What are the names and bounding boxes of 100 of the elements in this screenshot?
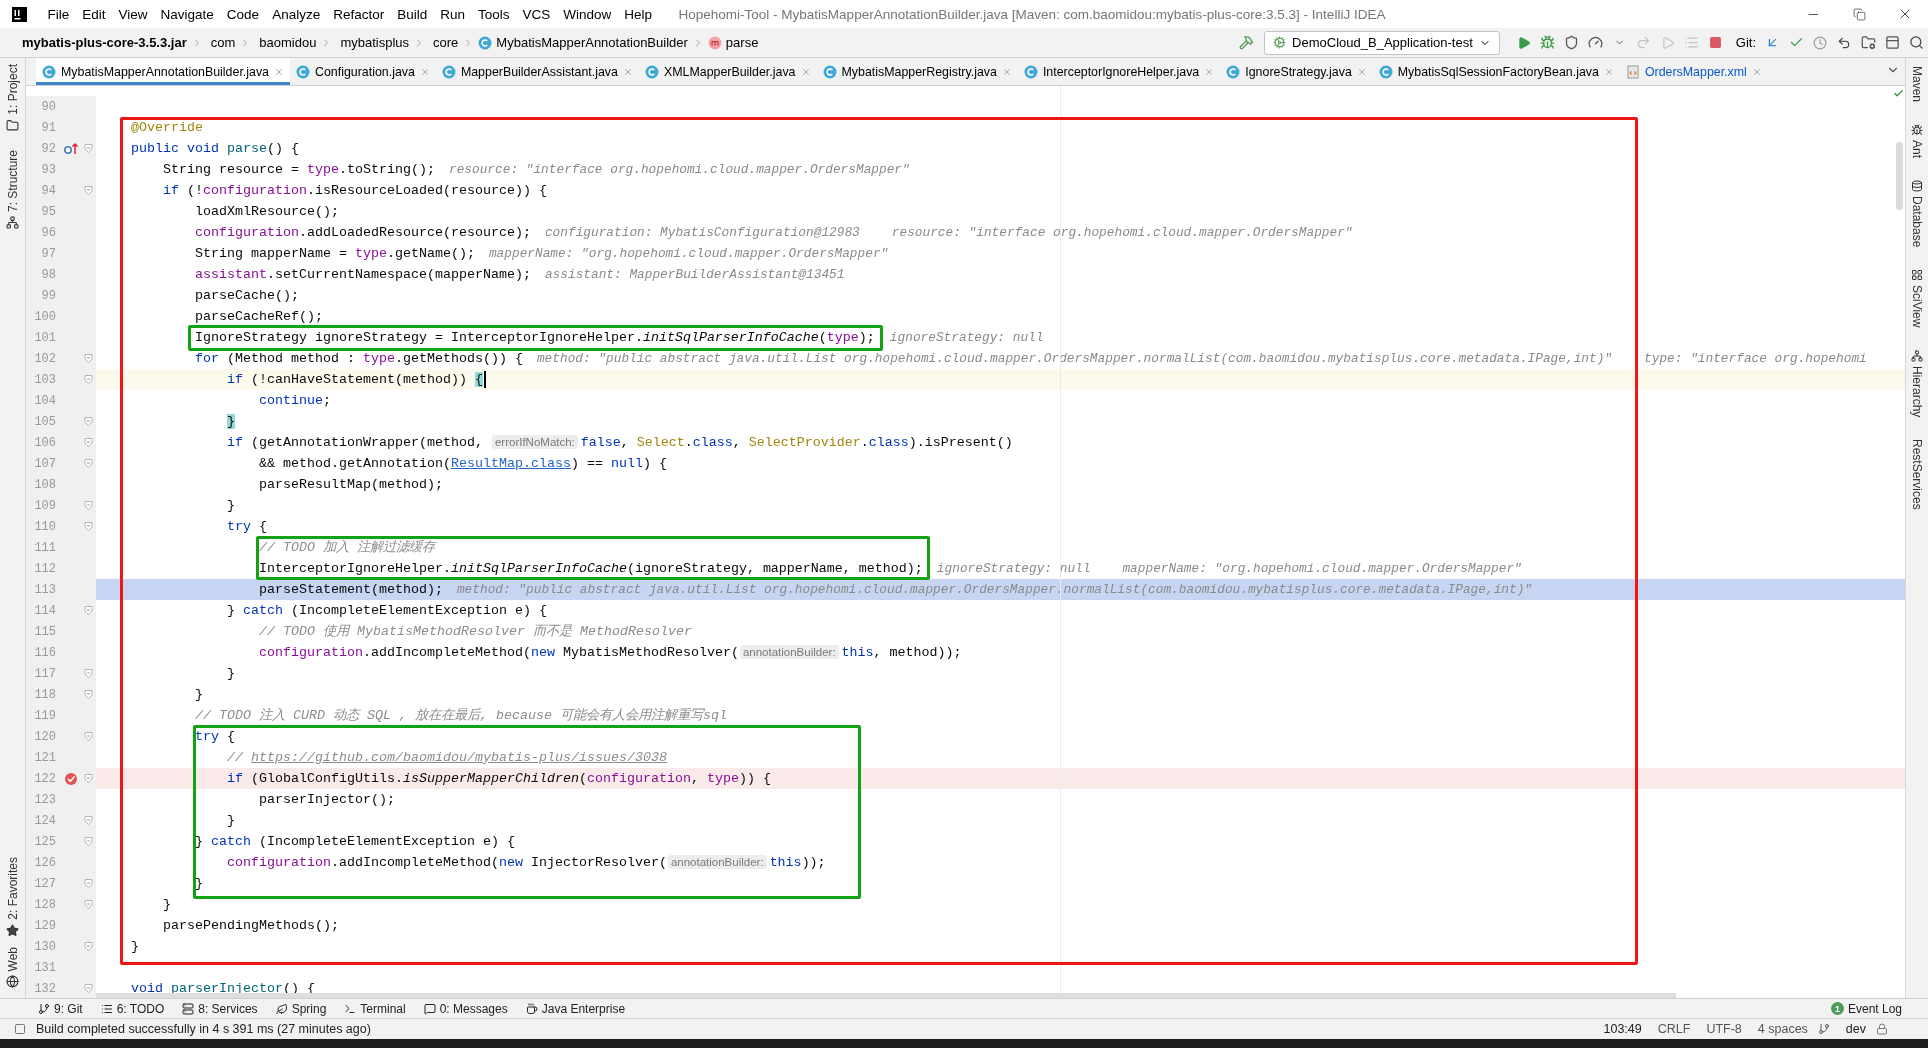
menu-item[interactable]: Tools — [471, 6, 516, 22]
tool-window-button[interactable]: SciView — [1910, 269, 1924, 328]
breadcrumb[interactable]: baomidou — [259, 35, 317, 50]
editor-tab[interactable]: OrdersMapper.xml — [1619, 58, 1768, 85]
breadcrumb[interactable]: mybatisplus — [340, 35, 410, 50]
window-icon[interactable] — [1884, 35, 1900, 50]
editor-tab[interactable]: XMLMapperBuilder.java — [638, 58, 817, 85]
undo-icon[interactable] — [1837, 35, 1851, 50]
run-configuration-dropdown[interactable]: DemoCloud_B_Application-test — [1264, 30, 1500, 55]
tool-window-button[interactable]: Database — [1910, 180, 1924, 248]
scrollbar[interactable] — [1896, 142, 1903, 210]
menu-item[interactable]: Edit — [75, 6, 113, 22]
tool-window-button[interactable]: Web — [5, 946, 20, 988]
tool-window-button[interactable]: 8: Services — [182, 1001, 258, 1016]
fold-icon[interactable] — [83, 942, 93, 951]
fold-icon[interactable] — [83, 144, 93, 153]
editor-tab[interactable]: MybatisSqlSessionFactoryBean.java — [1372, 58, 1620, 85]
menu-item[interactable]: Build — [390, 6, 434, 22]
hammer-icon[interactable] — [1238, 35, 1254, 50]
editor-tab[interactable]: IgnoreStrategy.java — [1220, 58, 1373, 85]
editor-tab[interactable]: MybatisMapperRegistry.java — [816, 58, 1018, 85]
stop-icon[interactable] — [1709, 36, 1723, 49]
run-icon[interactable] — [1516, 35, 1531, 50]
tool-window-button[interactable]: 0: Messages — [423, 1001, 508, 1016]
resume-icon[interactable] — [1660, 35, 1675, 50]
menu-item[interactable]: Navigate — [154, 6, 221, 22]
code-line: } — [163, 896, 171, 913]
tool-window-button[interactable]: Hierarchy — [1910, 349, 1924, 418]
fold-icon[interactable] — [83, 774, 93, 783]
editor-tab[interactable]: InterceptorIgnoreHelper.java — [1017, 58, 1221, 85]
menu-item[interactable]: File — [41, 6, 76, 22]
clock-icon[interactable] — [1813, 35, 1827, 50]
fold-icon[interactable] — [83, 690, 93, 699]
tool-window-button[interactable]: Terminal — [344, 1001, 406, 1016]
list-icon[interactable] — [1684, 35, 1700, 50]
fold-icon[interactable] — [83, 984, 93, 993]
fold-icon[interactable] — [83, 354, 93, 363]
fold-icon[interactable] — [83, 375, 93, 384]
breadcrumb[interactable]: com — [210, 35, 236, 50]
fold-icon[interactable] — [83, 186, 93, 195]
editor-tab[interactable]: Configuration.java — [290, 58, 436, 85]
editor-tab[interactable]: MapperBuilderAssistant.java — [435, 58, 639, 85]
fold-icon[interactable] — [83, 879, 93, 888]
menu-item[interactable]: Help — [617, 6, 659, 22]
menu-item[interactable]: Run — [433, 6, 472, 22]
bug-icon[interactable] — [1540, 35, 1556, 50]
fold-icon[interactable] — [83, 501, 93, 510]
fold-icon[interactable] — [83, 417, 93, 426]
fold-icon[interactable] — [83, 669, 93, 678]
cursor-position[interactable]: 103:49 — [1603, 1022, 1642, 1036]
menu-item[interactable]: Window — [556, 6, 618, 22]
tool-window-button[interactable]: 6: TODO — [100, 1001, 165, 1016]
fold-icon[interactable] — [83, 900, 93, 909]
line-number: 125 — [33, 834, 57, 849]
restore-icon[interactable] — [1852, 7, 1866, 21]
tool-window-button[interactable]: 2: Favorites — [5, 856, 20, 937]
fold-icon[interactable] — [83, 438, 93, 447]
folder-icon[interactable] — [1860, 35, 1876, 50]
code-link[interactable]: ResultMap.class — [450, 455, 571, 471]
line-separator[interactable]: CRLF — [1657, 1022, 1691, 1036]
panel-toggle-icon[interactable] — [14, 1023, 26, 1035]
breadcrumb[interactable]: mybatis-plus-core-3.5.3.jar — [22, 35, 187, 50]
tool-window-button[interactable]: Ant — [1910, 124, 1924, 159]
tool-window-button[interactable]: 1: Project — [5, 64, 20, 132]
tool-window-button[interactable]: RestServices — [1910, 439, 1924, 510]
code-line: // https://github.com/baomidou/mybatis-plus/issues/3038 — [227, 749, 667, 766]
tool-window-button[interactable]: Maven — [1910, 66, 1924, 103]
event-log-button[interactable]: 1 Event Log — [1830, 1001, 1902, 1016]
tool-window-button[interactable]: Spring — [275, 1001, 327, 1016]
scrollbar[interactable] — [96, 993, 1676, 998]
tool-window-button[interactable]: 7: Structure — [5, 149, 20, 229]
tool-window-button[interactable]: Java Enterprise — [525, 1001, 626, 1016]
breadcrumb[interactable]: core — [433, 35, 459, 50]
gauge-icon[interactable] — [1588, 35, 1604, 50]
fold-icon[interactable] — [83, 606, 93, 615]
redo-icon[interactable] — [1636, 35, 1652, 50]
breadcrumb[interactable]: parse — [725, 35, 759, 50]
override-icon[interactable] — [63, 141, 79, 156]
menu-item[interactable]: View — [112, 6, 155, 22]
menu-item[interactable]: Analyze — [265, 6, 327, 22]
menu-item[interactable]: VCS — [516, 6, 557, 22]
code-line: try { — [227, 518, 267, 535]
shield-icon[interactable] — [1564, 35, 1580, 50]
menu-item[interactable]: Code — [220, 6, 266, 22]
inline-value: type: "interface org.hopehomi — [1644, 350, 1867, 367]
fold-icon[interactable] — [83, 732, 93, 741]
breakpoint-icon[interactable] — [64, 771, 78, 786]
git-branch[interactable]: dev — [1845, 1022, 1866, 1036]
lock-icon[interactable] — [1876, 1023, 1888, 1035]
fold-icon[interactable] — [83, 837, 93, 846]
search-icon[interactable] — [1908, 35, 1924, 50]
fold-icon[interactable] — [83, 816, 93, 825]
fold-icon[interactable] — [83, 522, 93, 531]
indent-setting[interactable]: 4 spaces — [1757, 1022, 1808, 1036]
editor-tab[interactable]: MybatisMapperAnnotationBuilder.java — [36, 58, 290, 85]
breadcrumb[interactable]: MybatisMapperAnnotationBuilder — [496, 35, 688, 50]
menu-item[interactable]: Refactor — [326, 6, 391, 22]
file-encoding[interactable]: UTF-8 — [1706, 1022, 1742, 1036]
fold-icon[interactable] — [83, 459, 93, 468]
tool-window-button[interactable]: 9: Git — [38, 1001, 83, 1016]
